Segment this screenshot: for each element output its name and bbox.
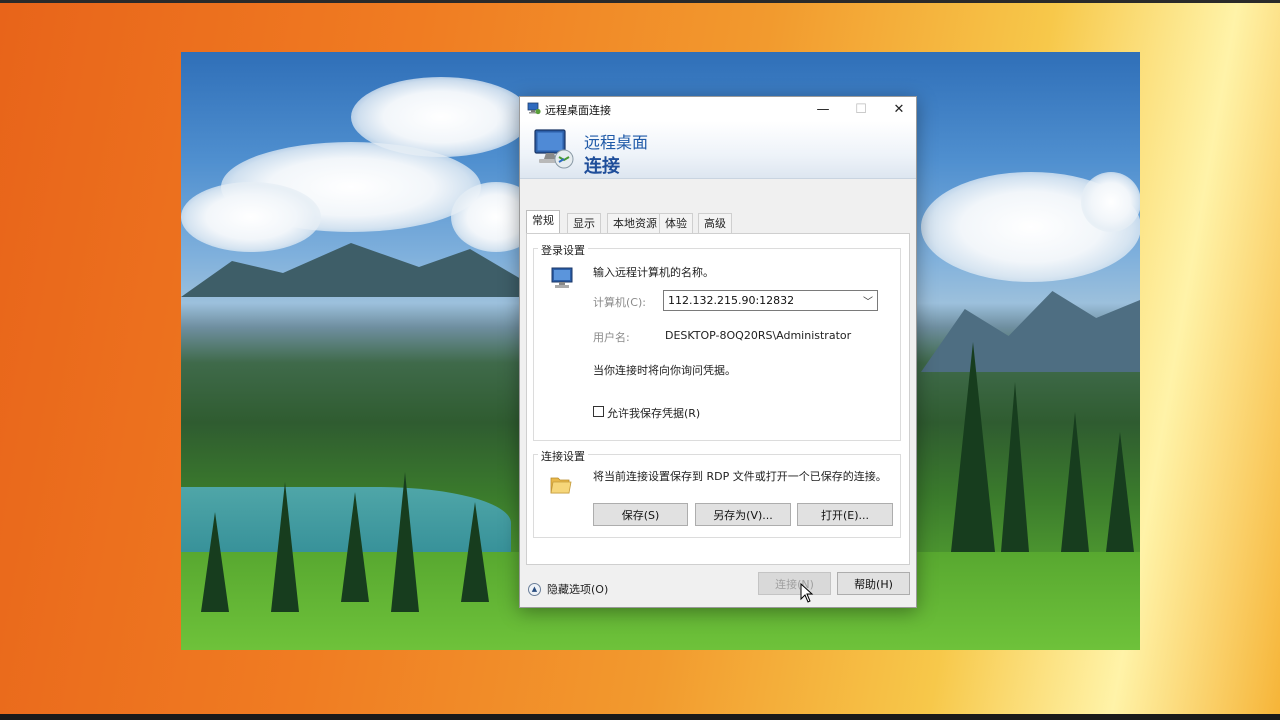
computer-label: 计算机(C):: [593, 296, 646, 309]
save-credentials-checkbox[interactable]: [593, 406, 604, 417]
connect-button[interactable]: 连接(N): [758, 572, 831, 595]
mouse-cursor-icon: [800, 583, 814, 603]
username-label: 用户名:: [593, 331, 630, 344]
title-bar[interactable]: 远程桌面连接 — ☐ ✕: [520, 97, 916, 121]
connection-settings-group: 连接设置 将当前连接设置保存到 RDP 文件或打开一个已保存的连接。 保存(S)…: [533, 448, 901, 538]
hide-options-toggle[interactable]: ▲ 隐藏选项(O): [528, 581, 608, 597]
save-button[interactable]: 保存(S): [593, 503, 688, 526]
tab-advanced[interactable]: 高级: [698, 213, 732, 233]
tree: [271, 482, 299, 612]
save-as-button[interactable]: 另存为(V)...: [695, 503, 791, 526]
computer-icon: [551, 267, 573, 288]
open-button[interactable]: 打开(E)...: [797, 503, 893, 526]
computer-combobox[interactable]: 112.132.215.90:12832 ﹀: [663, 290, 878, 311]
connection-settings-label: 连接设置: [538, 448, 588, 464]
tab-experience[interactable]: 体验: [659, 213, 693, 233]
header-banner: 远程桌面 连接: [520, 121, 916, 179]
credentials-note: 当你连接时将向你询问凭据。: [593, 364, 736, 377]
chevron-up-icon[interactable]: ▲: [528, 582, 541, 596]
tree: [1106, 432, 1134, 552]
minimize-button[interactable]: —: [804, 97, 842, 121]
cloud: [181, 182, 321, 252]
cloud: [1081, 172, 1140, 232]
tree: [951, 342, 995, 552]
tab-display[interactable]: 显示: [567, 213, 601, 233]
tree: [341, 492, 369, 602]
instruction-text: 输入远程计算机的名称。: [593, 266, 714, 279]
tree: [201, 512, 229, 612]
computer-value: 112.132.215.90:12832: [668, 294, 795, 307]
window-title: 远程桌面连接: [545, 104, 611, 117]
bottom-border: [0, 714, 1280, 720]
maximize-button[interactable]: ☐: [842, 97, 880, 121]
remote-desktop-icon: [527, 102, 541, 115]
logon-settings-label: 登录设置: [538, 242, 588, 258]
folder-icon: [550, 477, 572, 494]
tab-local-resources[interactable]: 本地资源: [607, 213, 663, 233]
tree: [1061, 412, 1089, 552]
tree: [1001, 382, 1029, 552]
remote-desktop-dialog: 远程桌面连接 — ☐ ✕ 远程桌面 连接 常规 显示 本地资源 体验 高级 登录…: [519, 96, 917, 608]
tab-general[interactable]: 常规: [526, 210, 560, 233]
banner-subtitle: 连接: [584, 156, 620, 177]
top-border: [0, 0, 1280, 3]
general-tab-panel: 登录设置 输入远程计算机的名称。 计算机(C): 112.132.215.90:…: [526, 233, 910, 565]
logon-settings-group: 登录设置 输入远程计算机的名称。 计算机(C): 112.132.215.90:…: [533, 242, 901, 441]
banner-title: 远程桌面: [584, 133, 649, 152]
tree: [391, 472, 419, 612]
close-button[interactable]: ✕: [880, 97, 918, 121]
hide-options-label[interactable]: 隐藏选项(O): [547, 581, 608, 597]
connection-description: 将当前连接设置保存到 RDP 文件或打开一个已保存的连接。: [593, 470, 887, 483]
tree: [461, 502, 489, 602]
save-credentials-label[interactable]: 允许我保存凭据(R): [607, 405, 700, 421]
help-button[interactable]: 帮助(H): [837, 572, 910, 595]
chevron-down-icon[interactable]: ﹀: [863, 293, 873, 308]
remote-desktop-icon: [534, 129, 574, 169]
username-value: DESKTOP-8OQ20RS\Administrator: [665, 329, 852, 342]
